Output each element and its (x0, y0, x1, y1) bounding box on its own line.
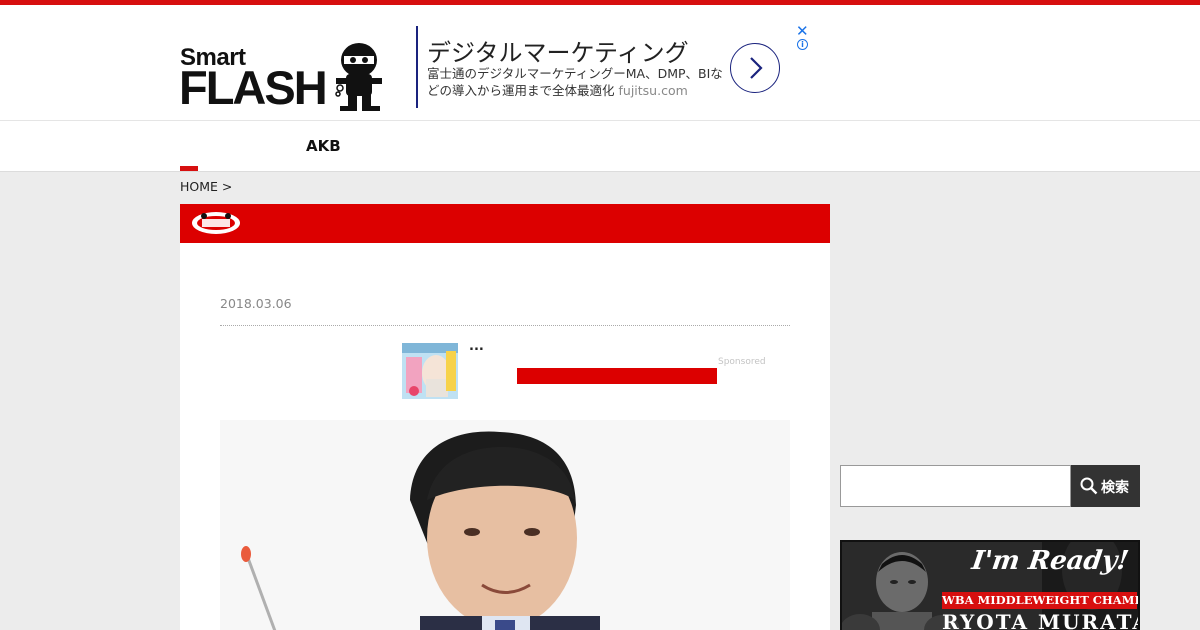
sponsored-recommendation[interactable]: ... Sponsored (402, 339, 768, 403)
breadcrumb-home[interactable]: HOME (180, 179, 218, 194)
manga-thumbnail-image (402, 343, 458, 399)
logo-text-large: FLASH (179, 61, 328, 114)
category-emblem-icon (192, 212, 240, 234)
sidebar-search: 検索 (840, 465, 1140, 507)
search-input[interactable] (840, 465, 1071, 507)
close-icon[interactable]: ✕ (796, 22, 809, 40)
chevron-right-icon (750, 57, 763, 79)
presenter-photo-image (220, 420, 790, 630)
recommendation-title[interactable]: ... (469, 339, 484, 354)
recommendation-highlight-bar (517, 368, 717, 384)
nav-active-indicator (180, 166, 198, 171)
banner-title: WBA MIDDLEWEIGHT CHAMPION (942, 592, 1138, 609)
ad-title[interactable]: デジタルマーケティング (427, 33, 689, 68)
ad-divider (416, 26, 418, 108)
sponsored-label: Sponsored (718, 357, 766, 367)
search-icon (1080, 477, 1098, 495)
category-header (180, 204, 830, 243)
ad-description: 富士通のデジタルマーケティングーMA、DMP、BIなどの導入から運用まで全体最適… (427, 65, 727, 99)
site-logo[interactable]: Smart FLASH (179, 42, 390, 114)
search-button-label: 検索 (1101, 480, 1129, 496)
recommendation-thumbnail[interactable] (402, 343, 458, 399)
ninja-mascot-icon (335, 43, 382, 111)
search-button[interactable]: 検索 (1071, 465, 1140, 507)
header-ad[interactable]: デジタルマーケティング 富士通のデジタルマーケティングーMA、DMP、BIなどの… (416, 22, 810, 109)
article-body: 2018.03.06 ... Sponsored (180, 243, 830, 630)
banner-name: RYOTA MURATA (942, 610, 1140, 630)
info-icon[interactable]: i (797, 39, 808, 50)
main-nav: AKB (0, 120, 1200, 172)
sidebar-banner-ad[interactable]: I'm Ready! WBA MIDDLEWEIGHT CHAMPION RYO… (840, 540, 1140, 630)
breadcrumb: HOME > (180, 179, 232, 194)
article-date: 2018.03.06 (220, 296, 292, 311)
banner-tagline: I'm Ready! (969, 546, 1131, 576)
ad-domain: fujitsu.com (618, 83, 688, 98)
dotted-divider (220, 325, 790, 326)
nav-item-akb[interactable]: AKB (306, 137, 341, 155)
site-header: Smart FLASH デジタルマーケティング 富士通のデジタルマーケティングー… (0, 5, 1200, 120)
article-photo (220, 420, 790, 630)
breadcrumb-separator: > (221, 179, 233, 194)
ad-arrow-button[interactable] (730, 43, 780, 93)
